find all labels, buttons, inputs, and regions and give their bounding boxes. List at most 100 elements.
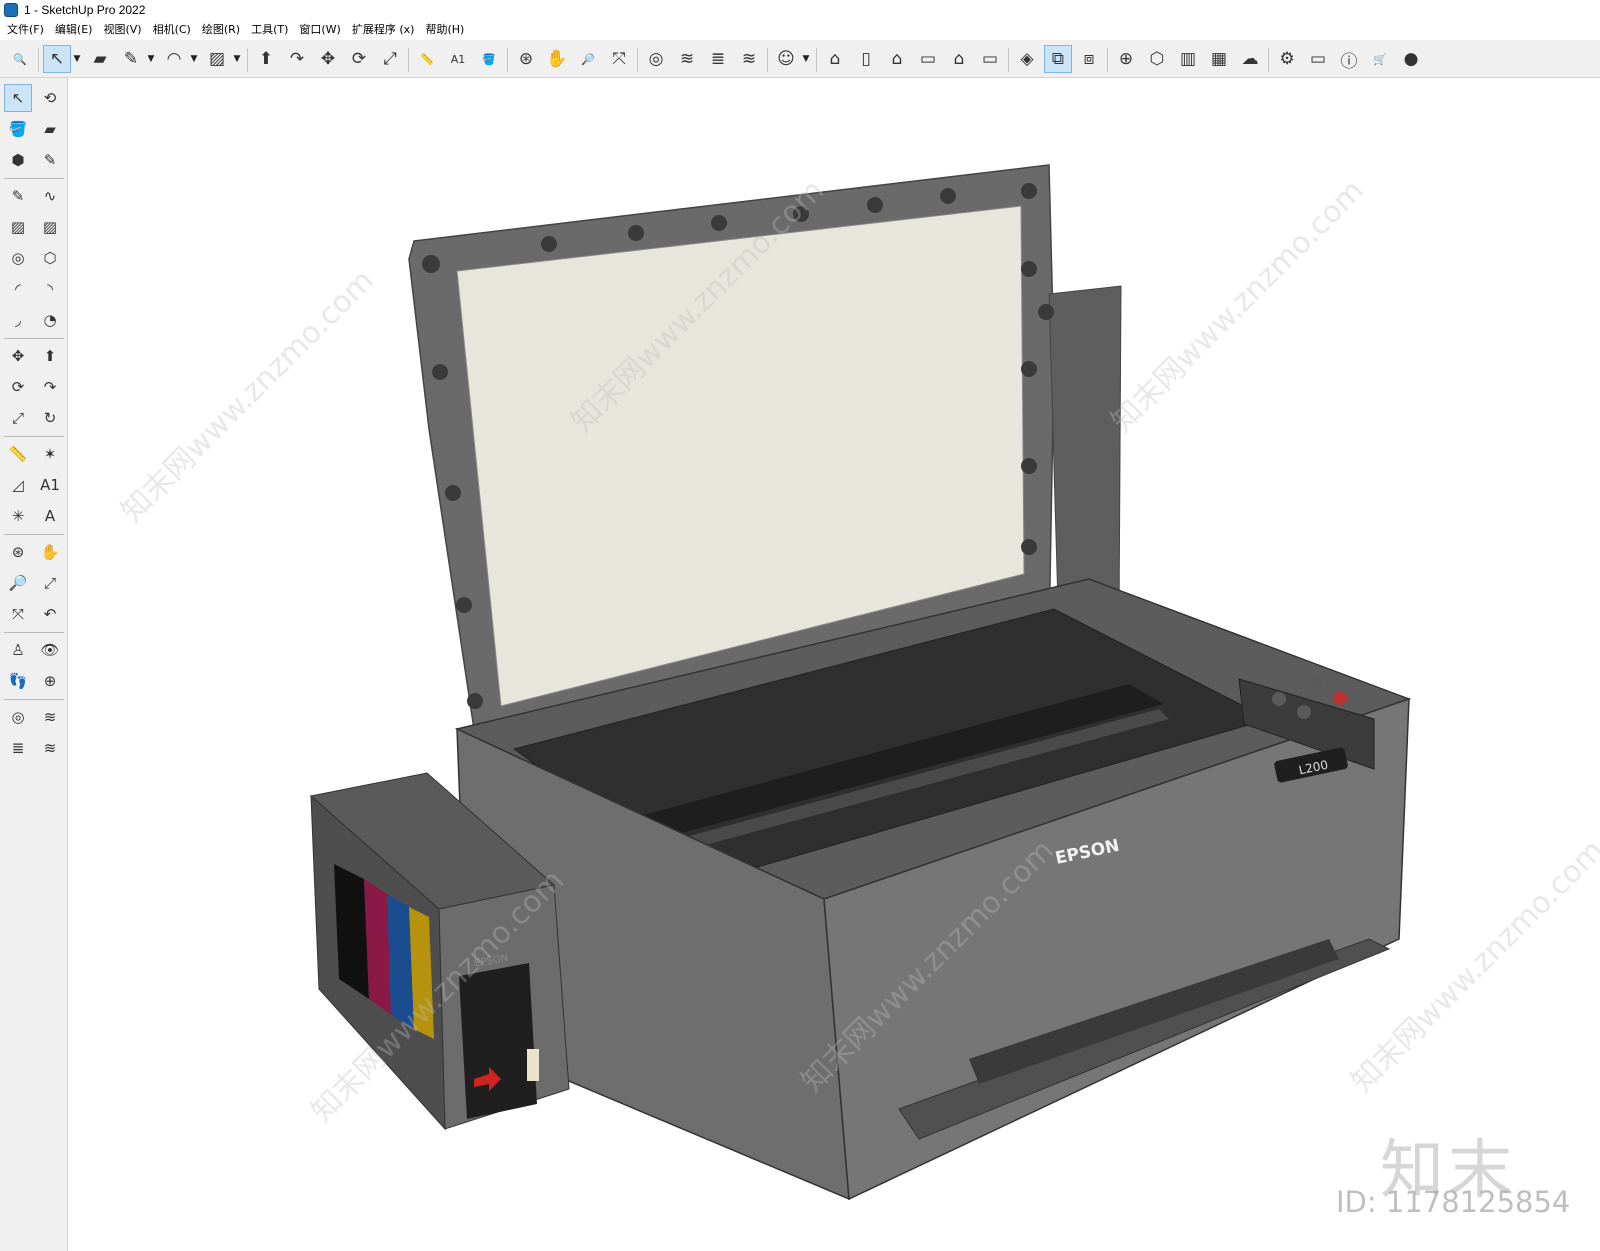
zoom2-tool-icon[interactable]: 🔎 xyxy=(4,569,32,597)
walk-tool-icon[interactable]: 👣 xyxy=(4,667,32,695)
materials-icon[interactable]: ▥ xyxy=(1174,45,1202,73)
tag-tool-icon[interactable]: ✎ xyxy=(36,146,64,174)
follow-me-icon[interactable]: ↷ xyxy=(283,45,311,73)
add-location-icon[interactable]: ⊕ xyxy=(1112,45,1140,73)
dimension-tool-icon[interactable]: ✶ xyxy=(36,440,64,468)
pan-icon[interactable]: ✋ xyxy=(543,45,571,73)
rotate-icon[interactable]: ⟳ xyxy=(345,45,373,73)
3d-text-tool-icon[interactable]: A xyxy=(36,502,64,530)
two-point-arc-tool-icon[interactable]: ◝ xyxy=(36,275,64,303)
component-tool-icon[interactable]: ⬢ xyxy=(4,146,32,174)
pencil-line-icon[interactable]: ✎ xyxy=(117,45,145,73)
rotate-tool-icon[interactable]: ⟳ xyxy=(4,373,32,401)
account-icon[interactable]: ● xyxy=(1397,45,1425,73)
arc-tool-icon[interactable]: ◜ xyxy=(4,275,32,303)
paint-bucket-icon[interactable]: 🪣 xyxy=(475,45,503,73)
menu-item-1[interactable]: 编辑(E) xyxy=(50,20,99,40)
styles-icon[interactable]: ◈ xyxy=(1013,45,1041,73)
pattern-icon[interactable]: ▦ xyxy=(1205,45,1233,73)
settings-icon[interactable]: ⚙ xyxy=(1273,45,1301,73)
chevron-down-icon[interactable]: ▼ xyxy=(71,45,83,73)
tape-tool-icon[interactable]: 📏 xyxy=(4,440,32,468)
extension-warehouse-tool-icon[interactable]: ≋ xyxy=(36,703,64,731)
freehand-tool-icon[interactable]: ∿ xyxy=(36,182,64,210)
previous-view-tool-icon[interactable]: ↶ xyxy=(36,600,64,628)
info-icon[interactable]: ⓘ xyxy=(1335,45,1363,73)
rect-tool-icon[interactable]: ▨ xyxy=(4,213,32,241)
scale-icon[interactable]: ⤢ xyxy=(376,45,404,73)
chevron-down-icon[interactable]: ▼ xyxy=(800,45,812,73)
move-tool-icon[interactable]: ✥ xyxy=(4,342,32,370)
user-icon[interactable]: ☺ xyxy=(772,45,800,73)
chevron-down-icon[interactable]: ▼ xyxy=(145,45,157,73)
move-icon[interactable]: ✥ xyxy=(314,45,342,73)
rotated-rect-tool-icon[interactable]: ▨ xyxy=(36,213,64,241)
cart-icon[interactable]: 🛒 xyxy=(1366,45,1394,73)
chat-icon[interactable]: ▭ xyxy=(1304,45,1332,73)
section-plane-icon[interactable]: ⧉ xyxy=(1044,45,1072,73)
front-view-icon[interactable]: ⌂ xyxy=(883,45,911,73)
push-pull-tool-icon[interactable]: ⬆ xyxy=(36,342,64,370)
protractor-tool-icon[interactable]: ◿ xyxy=(4,471,32,499)
top-view-icon[interactable]: ▯ xyxy=(852,45,880,73)
orbit-tool-icon[interactable]: ⟲ xyxy=(36,84,64,112)
zoom-extents2-tool-icon[interactable]: ⤧ xyxy=(4,600,32,628)
circle-tool-icon[interactable]: ◎ xyxy=(4,244,32,272)
cloud-upload-icon[interactable]: ☁ xyxy=(1236,45,1264,73)
rectangle-icon[interactable]: ▨ xyxy=(203,45,231,73)
select-tool-icon[interactable]: ↖ xyxy=(4,84,32,112)
look-around-tool-icon[interactable]: 👁 xyxy=(36,636,64,664)
follow-me-tool-icon[interactable]: ↷ xyxy=(36,373,64,401)
zoom-extents-icon[interactable]: ⤧ xyxy=(605,45,633,73)
zoom-window-tool-icon[interactable]: ⤢ xyxy=(36,569,64,597)
menu-item-0[interactable]: 文件(F) xyxy=(2,20,50,40)
zoom-tool-icon[interactable]: 🔎 xyxy=(574,45,602,73)
menu-item-2[interactable]: 视图(V) xyxy=(98,20,147,40)
menu-item-7[interactable]: 扩展程序 (x) xyxy=(347,20,421,40)
tape-measure-icon[interactable]: 📏 xyxy=(413,45,441,73)
watermark-id: ID: 1178125854 xyxy=(1336,1185,1571,1219)
orbit2-tool-icon[interactable]: ⊛ xyxy=(4,538,32,566)
section-display-icon[interactable]: ⧈ xyxy=(1075,45,1103,73)
warehouse-icon[interactable]: ◎ xyxy=(642,45,670,73)
menu-item-5[interactable]: 工具(T) xyxy=(246,20,294,40)
polygon-tool-icon[interactable]: ⬡ xyxy=(36,244,64,272)
menu-item-8[interactable]: 帮助(H) xyxy=(420,20,470,40)
text-tool-icon[interactable]: A1 xyxy=(36,471,64,499)
eraser-icon[interactable]: ▰ xyxy=(86,45,114,73)
shadow-icon[interactable]: ⬡ xyxy=(1143,45,1171,73)
menu-item-6[interactable]: 窗口(W) xyxy=(294,20,346,40)
axes-tool-icon[interactable]: ✳ xyxy=(4,502,32,530)
zoom-icon[interactable]: 🔍 xyxy=(6,45,34,73)
pan-tool-icon[interactable]: ✋ xyxy=(36,538,64,566)
right-view-icon[interactable]: ▭ xyxy=(914,45,942,73)
offset-tool-icon[interactable]: ↻ xyxy=(36,404,64,432)
select-icon[interactable]: ↖ xyxy=(43,45,71,73)
orbit-icon[interactable]: ⊛ xyxy=(512,45,540,73)
extension3-tool-icon[interactable]: ≋ xyxy=(36,734,64,762)
drawing-viewport[interactable]: L200 EPSON EPSON 知末网www.znzmo.com 知末网www… xyxy=(69,79,1600,1251)
chevron-down-icon[interactable]: ▼ xyxy=(188,45,200,73)
extension2-icon[interactable]: ≋ xyxy=(735,45,763,73)
menu-item-3[interactable]: 相机(C) xyxy=(148,20,197,40)
eraser-tool-icon[interactable]: ▰ xyxy=(36,115,64,143)
push-pull-icon[interactable]: ⬆ xyxy=(252,45,280,73)
layers-icon[interactable]: ≣ xyxy=(704,45,732,73)
back-view-icon[interactable]: ⌂ xyxy=(945,45,973,73)
paint-tool-icon[interactable]: 🪣 xyxy=(4,115,32,143)
section-tool-icon[interactable]: ⊕ xyxy=(36,667,64,695)
chevron-down-icon[interactable]: ▼ xyxy=(231,45,243,73)
position-camera-tool-icon[interactable]: ♙ xyxy=(4,636,32,664)
three-point-arc-tool-icon[interactable]: ◞ xyxy=(4,306,32,334)
scale-tool-icon[interactable]: ⤢ xyxy=(4,404,32,432)
line-tool-icon[interactable]: ✎ xyxy=(4,182,32,210)
arc-icon[interactable]: ◠ xyxy=(160,45,188,73)
text-icon[interactable]: A1 xyxy=(444,45,472,73)
iso-view-icon[interactable]: ⌂ xyxy=(821,45,849,73)
left-view-icon[interactable]: ▭ xyxy=(976,45,1004,73)
layer-tool-icon[interactable]: ≣ xyxy=(4,734,32,762)
warehouse2-tool-icon[interactable]: ◎ xyxy=(4,703,32,731)
menu-item-4[interactable]: 绘图(R) xyxy=(197,20,246,40)
extension-icon[interactable]: ≋ xyxy=(673,45,701,73)
pie-tool-icon[interactable]: ◔ xyxy=(36,306,64,334)
